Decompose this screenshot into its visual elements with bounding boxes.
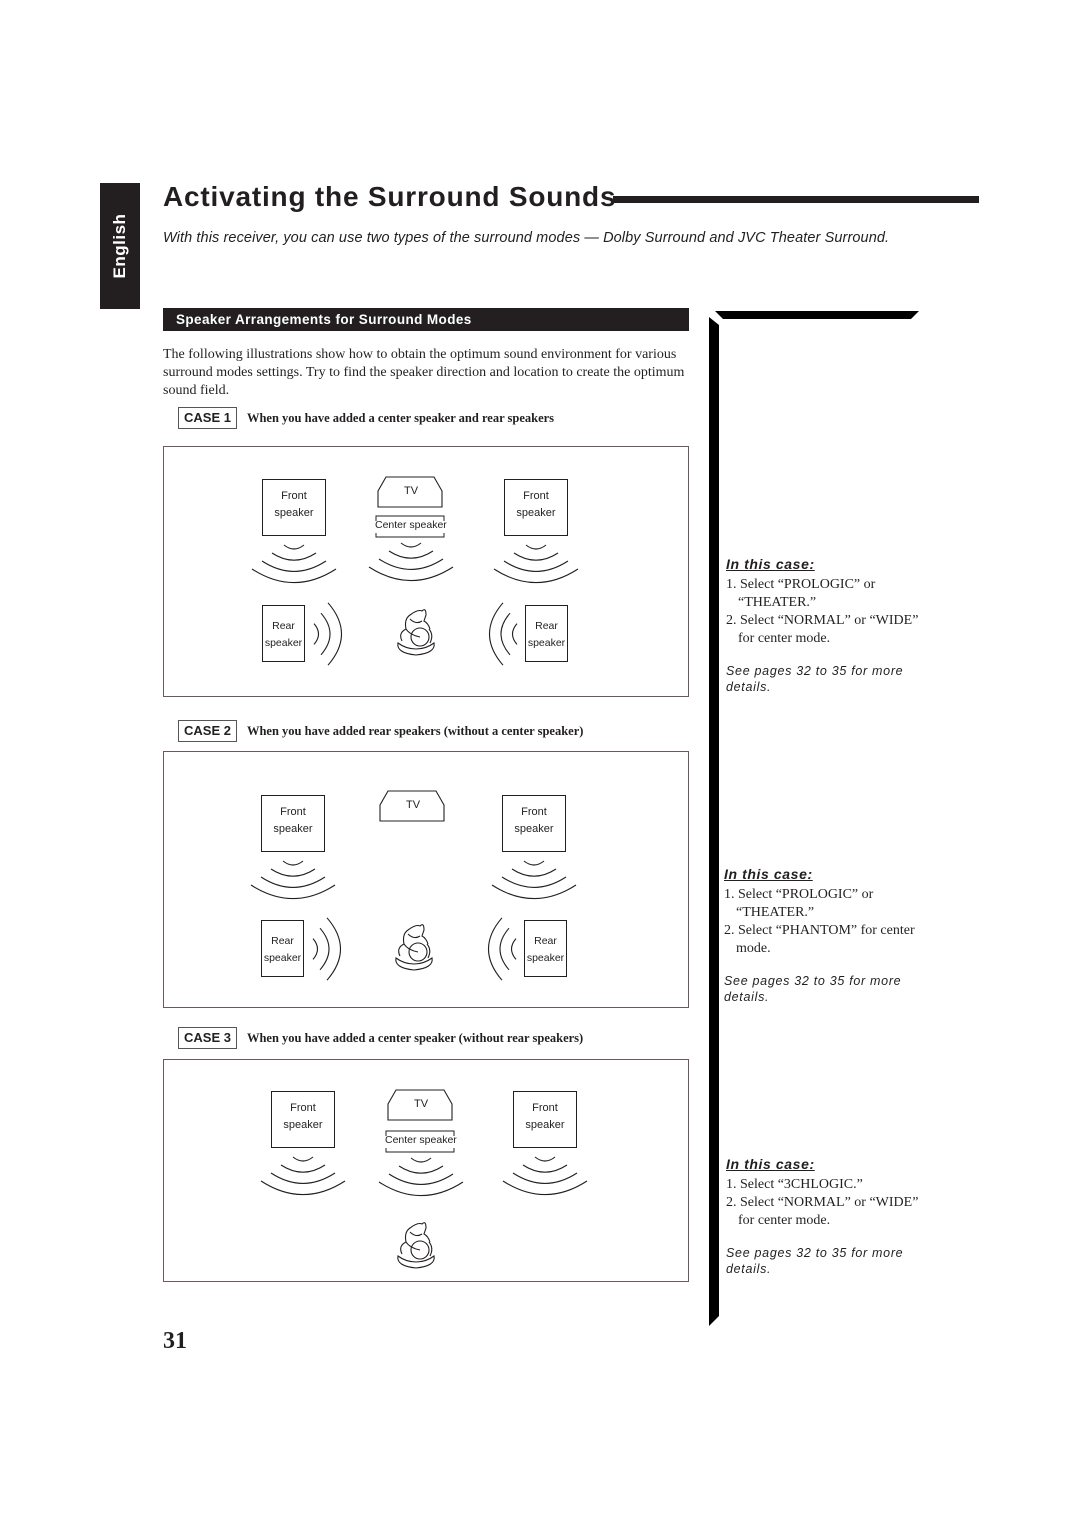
case-3-diagram: TV Center speaker Front speaker Front speaker bbox=[163, 1059, 689, 1282]
case-3-note: In this case: 1. Select “3CHLOGIC.” 2. S… bbox=[726, 1156, 926, 1277]
sound-wave-icon bbox=[313, 602, 342, 666]
case-badge: CASE 3 bbox=[178, 1027, 237, 1049]
note-heading: In this case: bbox=[724, 866, 813, 882]
rear-speaker-left: Rear speaker bbox=[261, 920, 304, 977]
front-speaker-label-line1: Front bbox=[280, 806, 306, 818]
front-speaker-label-line2: speaker bbox=[525, 1118, 565, 1131]
front-speaker-label-line2: speaker bbox=[273, 822, 313, 835]
note-reference: See pages 32 to 35 for more details. bbox=[724, 974, 902, 1004]
side-frame-top bbox=[715, 311, 919, 319]
section-heading: Speaker Arrangements for Surround Modes bbox=[163, 308, 689, 331]
case-description: When you have added rear speakers (witho… bbox=[246, 723, 584, 738]
front-speaker-label-line1: Front bbox=[281, 490, 307, 502]
note-step: 1. Select “3CHLOGIC.” bbox=[726, 1177, 863, 1192]
tv-label: TV bbox=[414, 1098, 429, 1110]
front-speaker-left: Front speaker bbox=[271, 1091, 335, 1148]
listener-icon bbox=[395, 924, 433, 971]
sound-wave-icon bbox=[250, 860, 336, 900]
front-speaker-label-line2: speaker bbox=[283, 1118, 323, 1131]
front-speaker-label-line2: speaker bbox=[516, 506, 556, 519]
case-description: When you have added a center speaker and… bbox=[246, 410, 555, 425]
title-rule bbox=[613, 196, 979, 203]
case-3-header: CASE 3 When you have added a center spea… bbox=[178, 1027, 583, 1049]
sound-wave-icon bbox=[312, 917, 341, 981]
front-speaker-label-line2: speaker bbox=[514, 822, 554, 835]
sound-wave-icon bbox=[489, 602, 518, 666]
rear-speaker-label-line2: speaker bbox=[527, 636, 566, 649]
front-speaker-label-line1: Front bbox=[532, 1102, 558, 1114]
language-tab-label: English bbox=[110, 213, 129, 279]
intro-text: With this receiver, you can use two type… bbox=[163, 230, 890, 246]
center-speaker-bracket-bottom bbox=[375, 533, 445, 538]
center-speaker-bracket-bottom bbox=[385, 1148, 455, 1153]
case-badge: CASE 1 bbox=[178, 407, 237, 429]
note-reference: See pages 32 to 35 for more details. bbox=[726, 1246, 904, 1276]
sound-wave-icon bbox=[491, 860, 577, 900]
sound-wave-icon bbox=[488, 917, 517, 981]
sound-wave-icon bbox=[378, 1157, 464, 1197]
page-title: Activating the Surround Sounds bbox=[163, 181, 617, 212]
case-1-note: In this case: 1. Select “PROLOGIC” or “T… bbox=[726, 556, 926, 695]
rear-speaker-label-line2: speaker bbox=[264, 636, 303, 649]
note-step: 2. Select “NORMAL” or “WIDE” for center … bbox=[726, 613, 919, 646]
front-speaker-label-line1: Front bbox=[521, 806, 547, 818]
center-speaker-label: Center speaker bbox=[375, 519, 447, 531]
case-2-header: CASE 2 When you have added rear speakers… bbox=[178, 720, 583, 742]
rear-speaker-right: Rear speaker bbox=[524, 920, 567, 977]
diagram-drawing bbox=[260, 1089, 588, 1269]
tv-label: TV bbox=[406, 799, 421, 811]
rear-speaker-left: Rear speaker bbox=[262, 605, 305, 662]
front-speaker-label-line1: Front bbox=[290, 1102, 316, 1114]
rear-speaker-label-line2: speaker bbox=[526, 951, 565, 964]
case-2-note: In this case: 1. Select “PROLOGIC” or “T… bbox=[724, 866, 924, 1005]
note-step: 1. Select “PROLOGIC” or “THEATER.” bbox=[726, 577, 876, 610]
language-tab: English bbox=[100, 183, 140, 309]
note-heading: In this case: bbox=[726, 1156, 815, 1172]
case-badge: CASE 2 bbox=[178, 720, 237, 742]
listener-icon bbox=[397, 609, 435, 656]
note-reference: See pages 32 to 35 for more details. bbox=[726, 664, 904, 694]
center-speaker-label: Center speaker bbox=[385, 1134, 457, 1146]
section-body: The following illustrations show how to … bbox=[163, 347, 685, 398]
diagram-drawing bbox=[251, 476, 579, 666]
front-speaker-left: Front speaker bbox=[261, 795, 325, 852]
front-speaker-left: Front speaker bbox=[262, 479, 326, 536]
diagram-drawing bbox=[250, 790, 577, 981]
sound-wave-icon bbox=[251, 544, 337, 584]
note-heading: In this case: bbox=[726, 556, 815, 572]
rear-speaker-right: Rear speaker bbox=[525, 605, 568, 662]
case-description: When you have added a center speaker (wi… bbox=[246, 1030, 584, 1045]
case-1-header: CASE 1 When you have added a center spea… bbox=[178, 407, 554, 429]
tv-label: TV bbox=[404, 485, 419, 497]
note-step: 2. Select “PHANTOM” for center mode. bbox=[724, 923, 915, 956]
front-speaker-right: Front speaker bbox=[502, 795, 566, 852]
front-speaker-right: Front speaker bbox=[513, 1091, 577, 1148]
page-number: 31 bbox=[163, 1328, 187, 1354]
rear-speaker-label-line1: Rear bbox=[271, 935, 294, 947]
note-step: 2. Select “NORMAL” or “WIDE” for center … bbox=[726, 1195, 919, 1228]
front-speaker-right: Front speaker bbox=[504, 479, 568, 536]
sound-wave-icon bbox=[368, 542, 454, 582]
case-1-diagram: TV Center speaker Front speaker Front speaker… bbox=[163, 446, 689, 697]
front-speaker-label-line1: Front bbox=[523, 490, 549, 502]
front-speaker-label-line2: speaker bbox=[274, 506, 314, 519]
sound-wave-icon bbox=[260, 1156, 346, 1196]
sound-wave-icon bbox=[502, 1156, 588, 1196]
case-2-diagram: TV Front speaker Front speaker Rear speaker Rea… bbox=[163, 751, 689, 1008]
rear-speaker-label-line1: Rear bbox=[272, 620, 295, 632]
side-frame-left bbox=[709, 317, 719, 1326]
note-step: 1. Select “PROLOGIC” or “THEATER.” bbox=[724, 887, 874, 920]
rear-speaker-label-line1: Rear bbox=[535, 620, 558, 632]
rear-speaker-label-line1: Rear bbox=[534, 935, 557, 947]
rear-speaker-label-line2: speaker bbox=[263, 951, 302, 964]
listener-icon bbox=[397, 1222, 435, 1269]
sound-wave-icon bbox=[493, 544, 579, 584]
